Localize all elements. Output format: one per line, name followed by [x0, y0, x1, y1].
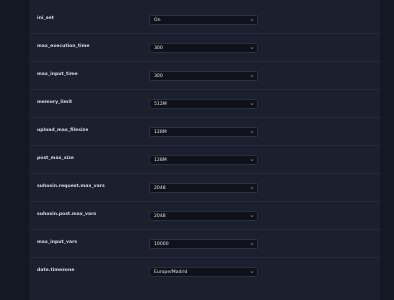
chevron-down-icon	[250, 243, 254, 245]
select-value: 128M	[154, 130, 167, 135]
chevron-down-icon	[250, 271, 254, 273]
post-max-size-select[interactable]: 128M	[149, 155, 258, 165]
setting-row-max-input-time: max_input_time 300	[29, 62, 380, 90]
setting-label: max_execution_time	[37, 44, 90, 49]
page-background: ini_set On max_execution_time 300 max_in…	[0, 0, 394, 300]
ini-set-select[interactable]: On	[149, 15, 258, 25]
chevron-down-icon	[250, 103, 254, 105]
max-input-time-select[interactable]: 300	[149, 71, 258, 81]
setting-label: max_input_time	[37, 72, 78, 77]
setting-row-post-max-size: post_max_size 128M	[29, 146, 380, 174]
setting-row-suhosin-post-max-vars: suhosin.post.max_vars 2048	[29, 202, 380, 230]
setting-label: max_input_vars	[37, 240, 78, 245]
memory-limit-select[interactable]: 512M	[149, 99, 258, 109]
select-value: 300	[154, 74, 163, 79]
chevron-down-icon	[250, 131, 254, 133]
select-value: 512M	[154, 102, 167, 107]
chevron-down-icon	[250, 215, 254, 217]
select-value: 2048	[154, 214, 166, 219]
setting-label: suhosin.post.max_vars	[37, 212, 97, 217]
setting-label: post_max_size	[37, 156, 74, 161]
select-value: Europe/Madrid	[154, 270, 188, 275]
upload-max-filesize-select[interactable]: 128M	[149, 127, 258, 137]
php-settings-panel: ini_set On max_execution_time 300 max_in…	[29, 0, 380, 300]
setting-row-memory-limit: memory_limit 512M	[29, 90, 380, 118]
setting-label: date.timezone	[37, 268, 75, 273]
date-timezone-select[interactable]: Europe/Madrid	[149, 267, 258, 277]
setting-row-suhosin-request-max-vars: suhosin.request.max_vars 2048	[29, 174, 380, 202]
setting-row-ini-set: ini_set On	[29, 6, 380, 34]
setting-label: upload_max_filesize	[37, 128, 89, 133]
setting-label: memory_limit	[37, 100, 73, 105]
select-value: On	[154, 18, 161, 23]
max-execution-time-select[interactable]: 300	[149, 43, 258, 53]
setting-row-max-input-vars: max_input_vars 10000	[29, 230, 380, 258]
setting-row-max-execution-time: max_execution_time 300	[29, 34, 380, 62]
select-value: 128M	[154, 158, 167, 163]
chevron-down-icon	[250, 75, 254, 77]
setting-label: ini_set	[37, 16, 54, 21]
setting-row-date-timezone: date.timezone Europe/Madrid	[29, 258, 380, 286]
chevron-down-icon	[250, 187, 254, 189]
chevron-down-icon	[250, 19, 254, 21]
setting-row-upload-max-filesize: upload_max_filesize 128M	[29, 118, 380, 146]
suhosin-post-max-vars-select[interactable]: 2048	[149, 211, 258, 221]
suhosin-request-max-vars-select[interactable]: 2048	[149, 183, 258, 193]
chevron-down-icon	[250, 159, 254, 161]
chevron-down-icon	[250, 47, 254, 49]
select-value: 10000	[154, 242, 169, 247]
select-value: 2048	[154, 186, 166, 191]
setting-label: suhosin.request.max_vars	[37, 184, 105, 189]
max-input-vars-select[interactable]: 10000	[149, 239, 258, 249]
select-value: 300	[154, 46, 163, 51]
